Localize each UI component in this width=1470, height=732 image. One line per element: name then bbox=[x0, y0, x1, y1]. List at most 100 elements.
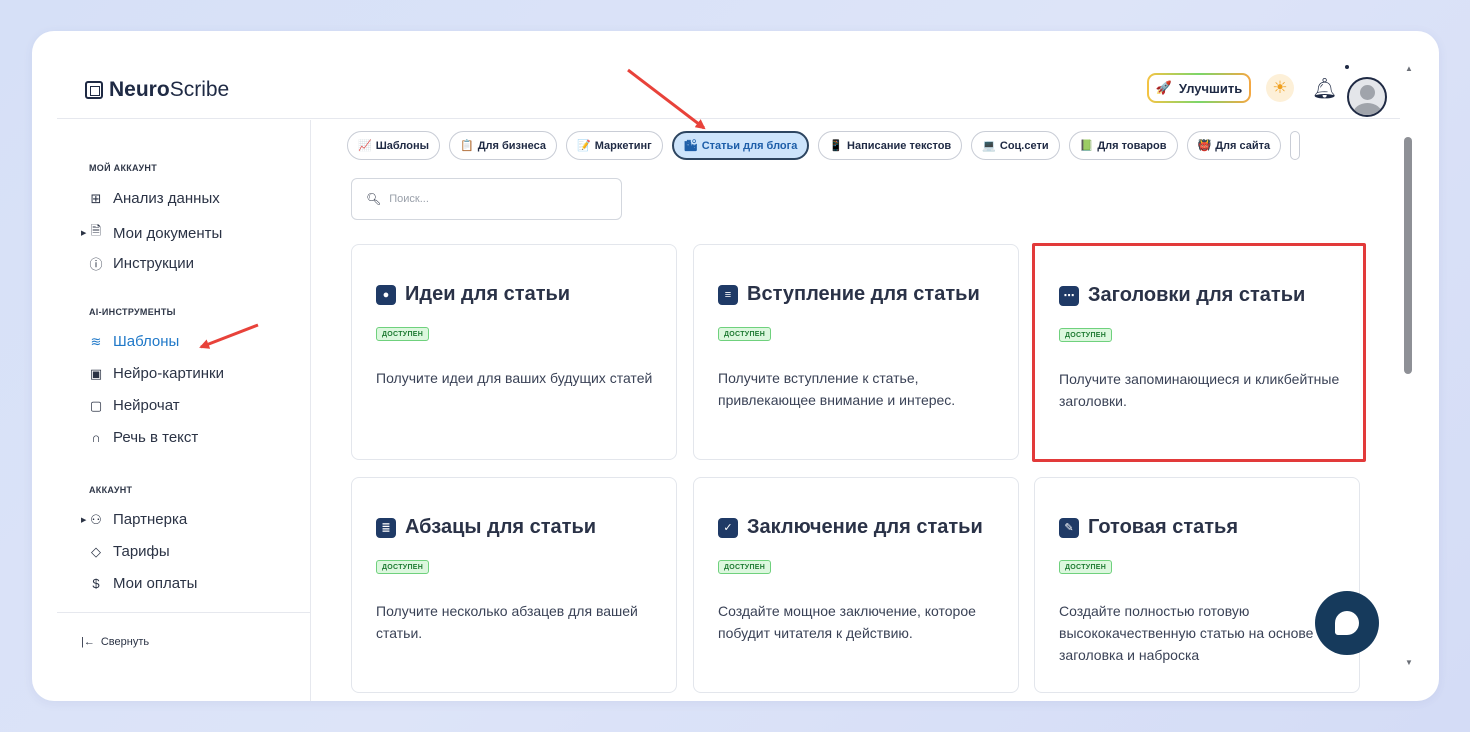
scrollbar-thumb[interactable] bbox=[1404, 137, 1412, 374]
users-icon: ⚇ bbox=[90, 511, 102, 527]
top-bar: NeuroScribe 🚀 Улучшить ☀ 🔔︎ bbox=[57, 31, 1400, 119]
template-card[interactable]: ✎ Готовая статья ДОСТУПЕН Создайте полнос… bbox=[1034, 477, 1360, 693]
sidebar-item-label: Нейро-картинки bbox=[113, 365, 224, 382]
card-title: ⋯ Заголовки для статьи bbox=[1059, 284, 1305, 307]
chip-label: Для сайта bbox=[1215, 139, 1271, 152]
sidebar-item-label: Мои оплаты bbox=[113, 575, 198, 592]
sidebar-item-neurochat[interactable]: ▢ Нейрочат bbox=[89, 397, 180, 414]
logo-regular: Scribe bbox=[169, 78, 230, 101]
chip-label: Для бизнеса bbox=[477, 139, 547, 152]
pencil-icon: ✎ bbox=[1059, 517, 1079, 538]
caret-right-icon: ▶ bbox=[81, 516, 87, 524]
collapse-button[interactable]: |← Свернуть bbox=[81, 636, 149, 648]
chip-business[interactable]: 📋 Для бизнеса bbox=[449, 131, 558, 160]
scroll-up-arrow[interactable]: ▲ bbox=[1405, 64, 1413, 73]
mask-icon: 👹 bbox=[1197, 140, 1212, 152]
sidebar-item-label: Партнерка bbox=[113, 511, 188, 528]
chat-widget-button[interactable] bbox=[1315, 591, 1379, 655]
chip-label: Соц.сети bbox=[999, 139, 1049, 152]
status-badge: ДОСТУПЕН bbox=[376, 327, 430, 341]
grid-icon: ⊞ bbox=[90, 190, 102, 206]
sidebar-item-neuro-images[interactable]: ▣ Нейро-картинки bbox=[89, 365, 224, 382]
template-card[interactable]: ● Идеи для статьи ДОСТУПЕН Получите идеи … bbox=[351, 244, 677, 460]
template-card[interactable]: ✓ Заключение для статьи ДОСТУПЕН Создайте… bbox=[693, 477, 1019, 693]
chip-marketing[interactable]: 📝 Маркетинг bbox=[566, 131, 663, 160]
card-title-text: Идеи для статьи bbox=[405, 283, 571, 305]
chat-icon: ▢ bbox=[89, 397, 103, 413]
bell-icon[interactable]: 🔔︎ bbox=[1312, 76, 1337, 101]
sidebar-item-partners[interactable]: ▶ ⚇ Партнерка bbox=[81, 511, 188, 528]
card-title: ✓ Заключение для статьи bbox=[718, 516, 983, 539]
sidebar-item-payments[interactable]: $ Мои оплаты bbox=[89, 575, 197, 592]
chip-templates[interactable]: 📈 Шаблоны bbox=[347, 131, 440, 160]
chip-overflow[interactable] bbox=[1290, 131, 1301, 160]
card-description: Создайте мощное заключение, которое побу… bbox=[718, 603, 976, 641]
chip-label: Маркетинг bbox=[594, 139, 652, 152]
template-card[interactable]: ≡ Вступление для статьи ДОСТУПЕН Получите… bbox=[693, 244, 1019, 460]
window-icon: ⋯ bbox=[1059, 285, 1079, 306]
card-title-text: Заключение для статьи bbox=[747, 516, 983, 538]
chip-copywriting[interactable]: 📱 Написание текстов bbox=[818, 131, 963, 160]
sidebar-item-label: Речь в текст bbox=[113, 429, 199, 446]
speech-bubble-icon: ● bbox=[376, 284, 396, 305]
laptop-icon: 💻 bbox=[982, 140, 996, 152]
search-box[interactable]: 🔍︎ bbox=[351, 178, 622, 220]
card-description: Получите несколько абзацев для вашей ста… bbox=[376, 603, 638, 641]
avatar[interactable] bbox=[1347, 77, 1387, 117]
chip-label: Шаблоны bbox=[375, 139, 429, 152]
caret-right-icon: ▶ bbox=[81, 230, 87, 237]
logo-bold: Neuro bbox=[109, 78, 170, 101]
sidebar-item-speech-to-text[interactable]: ∩ Речь в текст bbox=[89, 429, 198, 446]
document-icon: 🗎 bbox=[90, 223, 102, 238]
sun-icon[interactable]: ☀ bbox=[1266, 74, 1294, 102]
card-title-text: Вступление для статьи bbox=[747, 283, 980, 305]
status-badge: ДОСТУПЕН bbox=[376, 560, 430, 574]
category-chips: 📈 Шаблоны 📋 Для бизнеса 📝 Маркетинг 🏙 Статьи… bbox=[347, 131, 1301, 160]
headphones-icon: ∩ bbox=[91, 430, 101, 445]
chip-website[interactable]: 👹 Для сайта bbox=[1186, 131, 1282, 160]
checkbox-icon: ✓ bbox=[718, 517, 738, 538]
rocket-icon: 🚀 bbox=[1155, 80, 1172, 95]
notepad-icon: ≣ bbox=[376, 517, 396, 538]
card-title-text: Заголовки для статьи bbox=[1088, 284, 1306, 306]
card-title-text: Абзацы для статьи bbox=[405, 516, 597, 538]
status-badge: ДОСТУПЕН bbox=[718, 327, 772, 341]
sidebar-item-label: Мои документы bbox=[113, 224, 223, 242]
section-title-ai-tools: AI-ИНСТРУМЕНТЫ bbox=[89, 307, 176, 317]
sidebar-divider bbox=[57, 612, 311, 613]
question-icon: ⓘ bbox=[89, 257, 103, 272]
scroll-down-arrow[interactable]: ▼ bbox=[1405, 658, 1413, 667]
status-badge: ДОСТУПЕН bbox=[1059, 560, 1113, 574]
sidebar-item-pricing[interactable]: ◇ Тарифы bbox=[89, 543, 170, 560]
logo-icon bbox=[85, 81, 103, 99]
card-description: Получите вступление к статье, привлекающ… bbox=[718, 370, 956, 408]
sidebar-item-instructions[interactable]: ⓘ Инструкции bbox=[89, 254, 194, 273]
logo[interactable]: NeuroScribe bbox=[85, 78, 229, 102]
clipboard-icon: 📋 bbox=[460, 140, 474, 152]
card-description: Получите запоминающиеся и кликбейтные за… bbox=[1059, 371, 1340, 409]
chip-products[interactable]: 📗 Для товаров bbox=[1068, 131, 1178, 160]
chip-blog-articles[interactable]: 🏙 Статьи для блога bbox=[671, 131, 810, 160]
layers-icon: ≋ bbox=[90, 333, 102, 349]
chart-icon: 📈 bbox=[358, 140, 372, 152]
card-title: ✎ Готовая статья bbox=[1059, 516, 1238, 539]
phone-icon: 📱 bbox=[829, 140, 844, 152]
app-window: NeuroScribe 🚀 Улучшить ☀ 🔔︎ МОЙ АККАУНТ … bbox=[32, 31, 1439, 701]
card-title: ● Идеи для статьи bbox=[376, 283, 570, 306]
sidebar-item-my-documents[interactable]: ▶ 🗎 Мои документы bbox=[81, 222, 223, 244]
chip-label: Написание текстов bbox=[847, 139, 952, 152]
collapse-label: Свернуть bbox=[100, 636, 150, 648]
template-card[interactable]: ⋯ Заголовки для статьи ДОСТУПЕН Получите … bbox=[1032, 243, 1366, 462]
template-card[interactable]: ≣ Абзацы для статьи ДОСТУПЕН Получите нес… bbox=[351, 477, 677, 693]
sidebar-item-label: Нейрочат bbox=[113, 397, 180, 414]
search-input[interactable] bbox=[389, 193, 590, 205]
book-icon: 📗 bbox=[1079, 140, 1094, 152]
sidebar-item-data-analysis[interactable]: ⊞ Анализ данных bbox=[89, 190, 220, 207]
upgrade-button[interactable]: 🚀 Улучшить bbox=[1147, 73, 1251, 103]
sidebar-item-templates[interactable]: ≋ Шаблоны bbox=[89, 333, 180, 350]
status-badge: ДОСТУПЕН bbox=[1059, 328, 1113, 342]
status-badge: ДОСТУПЕН bbox=[718, 560, 772, 574]
card-title: ≣ Абзацы для статьи bbox=[376, 516, 596, 539]
chip-social[interactable]: 💻 Соц.сети bbox=[971, 131, 1060, 160]
card-description: Получите идеи для ваших будущих статей bbox=[376, 370, 653, 386]
